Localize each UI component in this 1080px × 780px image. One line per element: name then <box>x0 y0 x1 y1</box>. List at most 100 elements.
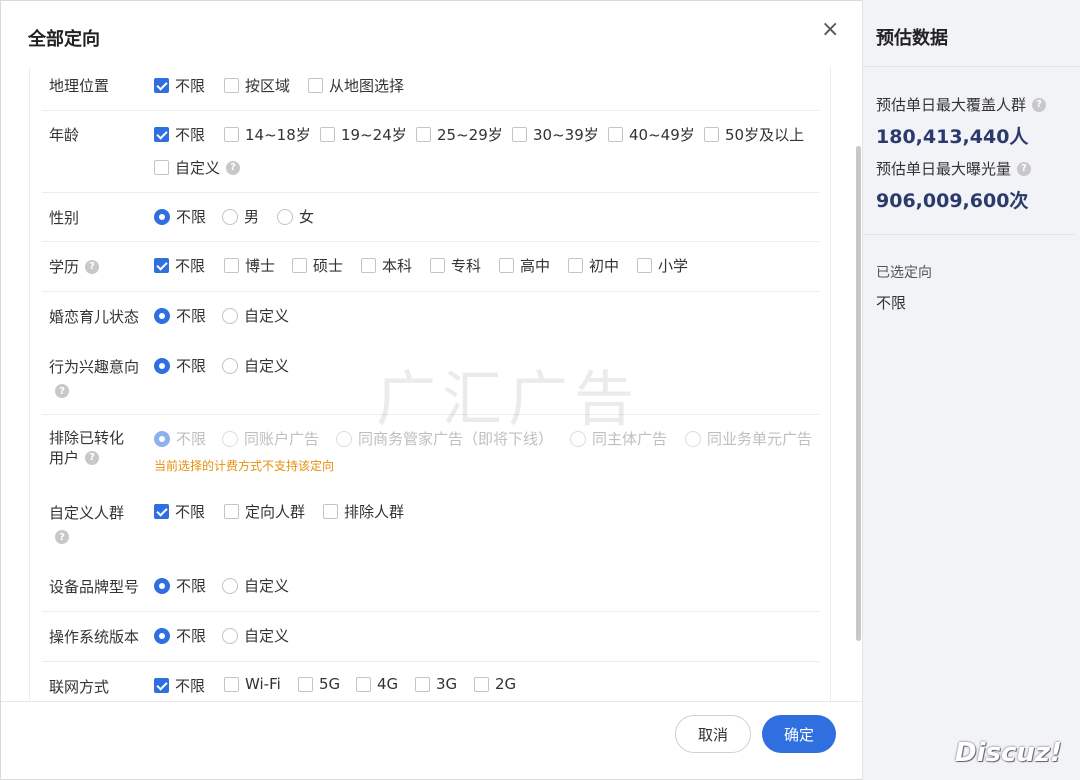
row-label: 地理位置 <box>49 77 110 95</box>
edu-master-checkbox[interactable]: 硕士 <box>292 255 343 276</box>
row-label: 排除已转化 用户? <box>49 429 125 467</box>
custom-exclude-checkbox[interactable]: 排除人群 <box>323 501 404 522</box>
row-label: 年龄 <box>49 126 80 144</box>
radio-selected-icon <box>154 208 170 225</box>
dialog-header: 全部定向 × <box>1 1 862 67</box>
age-unlimited-checkbox[interactable]: 不限 <box>154 124 205 145</box>
checkbox-icon <box>224 258 239 273</box>
os-custom-radio[interactable]: 自定义 <box>222 625 289 646</box>
checkbox-icon <box>224 127 239 142</box>
help-icon[interactable]: ? <box>55 384 69 398</box>
checkbox-icon <box>637 258 652 273</box>
gender-male-radio[interactable]: 男 <box>222 206 259 227</box>
checkbox-icon <box>292 258 307 273</box>
radio-icon <box>222 208 238 225</box>
gender-female-radio[interactable]: 女 <box>277 206 314 227</box>
gender-unlimited-radio[interactable]: 不限 <box>154 206 206 227</box>
radio-selected-icon <box>154 577 170 594</box>
geo-map-checkbox[interactable]: 从地图选择 <box>308 75 404 96</box>
checkbox-icon <box>361 258 376 273</box>
marriage-custom-radio[interactable]: 自定义 <box>222 305 289 326</box>
network-5g-checkbox[interactable]: 5G <box>298 675 340 693</box>
row-label: 婚恋育儿状态 <box>49 308 140 326</box>
row-custom-audience: 自定义人群 ? 不限 定向人群 排除人群 <box>42 490 820 565</box>
checkbox-checked-icon <box>154 127 169 142</box>
interest-custom-radio[interactable]: 自定义 <box>222 355 289 376</box>
network-wifi-checkbox[interactable]: Wi-Fi <box>224 675 281 693</box>
checkbox-checked-icon <box>154 504 169 519</box>
targeting-dialog: 全部定向 × 地理位置 不限 按区域 从地图选择 年龄 不限 14~18岁 19… <box>0 0 863 780</box>
age-19-24-checkbox[interactable]: 19~24岁 <box>320 124 407 145</box>
edu-unlimited-checkbox[interactable]: 不限 <box>154 255 205 276</box>
checkbox-icon <box>416 127 431 142</box>
row-device: 设备品牌型号 不限 自定义 <box>42 565 820 612</box>
dialog-footer: 取消 确定 <box>1 701 863 780</box>
row-os: 操作系统版本 不限 自定义 <box>42 612 820 662</box>
radio-icon <box>336 430 352 447</box>
cancel-button[interactable]: 取消 <box>675 715 751 753</box>
coverage-value: 180,413,440人 <box>876 126 1029 148</box>
exclude-same-account-radio: 同账户广告 <box>222 428 319 449</box>
checkbox-icon <box>512 127 527 142</box>
age-50plus-checkbox[interactable]: 50岁及以上 <box>704 124 804 145</box>
checkbox-icon <box>308 78 323 93</box>
confirm-button[interactable]: 确定 <box>762 715 836 753</box>
row-label: 设备品牌型号 <box>49 578 140 596</box>
edu-primary-checkbox[interactable]: 小学 <box>637 255 688 276</box>
checkbox-icon <box>154 160 169 175</box>
row-gender: 性别 不限 男 女 <box>42 193 820 242</box>
row-label: 学历? <box>49 257 149 277</box>
help-icon[interactable]: ? <box>55 530 69 544</box>
close-icon[interactable]: × <box>821 19 839 41</box>
help-icon[interactable]: ? <box>1032 97 1047 112</box>
custom-target-checkbox[interactable]: 定向人群 <box>224 501 305 522</box>
warning-text: 当前选择的计费方式不支持该定向 <box>154 459 335 473</box>
watermark-logo: 广汇广告 <box>376 365 640 435</box>
help-icon[interactable]: ? <box>226 160 241 175</box>
edu-middleschool-checkbox[interactable]: 初中 <box>568 255 619 276</box>
age-30-39-checkbox[interactable]: 30~39岁 <box>512 124 599 145</box>
form-scrollbar[interactable] <box>856 146 861 641</box>
age-14-18-checkbox[interactable]: 14~18岁 <box>224 124 311 145</box>
age-40-49-checkbox[interactable]: 40~49岁 <box>608 124 695 145</box>
interest-unlimited-radio[interactable]: 不限 <box>154 355 206 376</box>
age-25-29-checkbox[interactable]: 25~29岁 <box>416 124 503 145</box>
help-icon[interactable]: ? <box>85 260 100 274</box>
help-icon[interactable]: ? <box>1017 161 1032 176</box>
row-geo: 地理位置 不限 按区域 从地图选择 <box>42 67 820 111</box>
device-custom-radio[interactable]: 自定义 <box>222 575 289 596</box>
edu-phd-checkbox[interactable]: 博士 <box>224 255 275 276</box>
checkbox-icon <box>224 676 239 692</box>
custom-unlimited-checkbox[interactable]: 不限 <box>154 501 205 522</box>
geo-unlimited-checkbox[interactable]: 不限 <box>154 75 205 96</box>
network-2g-checkbox[interactable]: 2G <box>474 675 516 693</box>
dialog-title: 全部定向 <box>28 29 100 50</box>
coverage-label: 预估单日最大覆盖人群? <box>876 94 1047 115</box>
row-label: 性别 <box>49 209 80 227</box>
edu-highschool-checkbox[interactable]: 高中 <box>499 255 550 276</box>
help-icon[interactable]: ? <box>85 451 100 465</box>
network-3g-checkbox[interactable]: 3G <box>415 675 457 693</box>
edu-bachelor-checkbox[interactable]: 本科 <box>361 255 412 276</box>
marriage-unlimited-radio[interactable]: 不限 <box>154 305 206 326</box>
exclude-unlimited-radio: 不限 <box>154 428 206 449</box>
radio-selected-icon <box>154 430 170 447</box>
radio-icon <box>222 627 238 644</box>
edu-associate-checkbox[interactable]: 专科 <box>430 255 481 276</box>
checkbox-checked-icon <box>154 78 169 93</box>
checkbox-icon <box>323 504 338 519</box>
device-unlimited-radio[interactable]: 不限 <box>154 575 206 596</box>
network-4g-checkbox[interactable]: 4G <box>356 675 398 693</box>
checkbox-icon <box>224 504 239 519</box>
network-unlimited-checkbox[interactable]: 不限 <box>154 675 205 696</box>
radio-icon <box>222 577 238 594</box>
geo-region-checkbox[interactable]: 按区域 <box>224 75 290 96</box>
checkbox-icon <box>608 127 623 142</box>
checkbox-icon <box>499 258 514 273</box>
age-custom-checkbox[interactable]: 自定义? <box>154 157 241 178</box>
exclude-same-unit-radio: 同业务单元广告 <box>685 428 812 449</box>
checkbox-icon <box>224 78 239 93</box>
row-label: 自定义人群 <box>49 504 125 522</box>
checkbox-icon <box>430 258 445 273</box>
os-unlimited-radio[interactable]: 不限 <box>154 625 206 646</box>
